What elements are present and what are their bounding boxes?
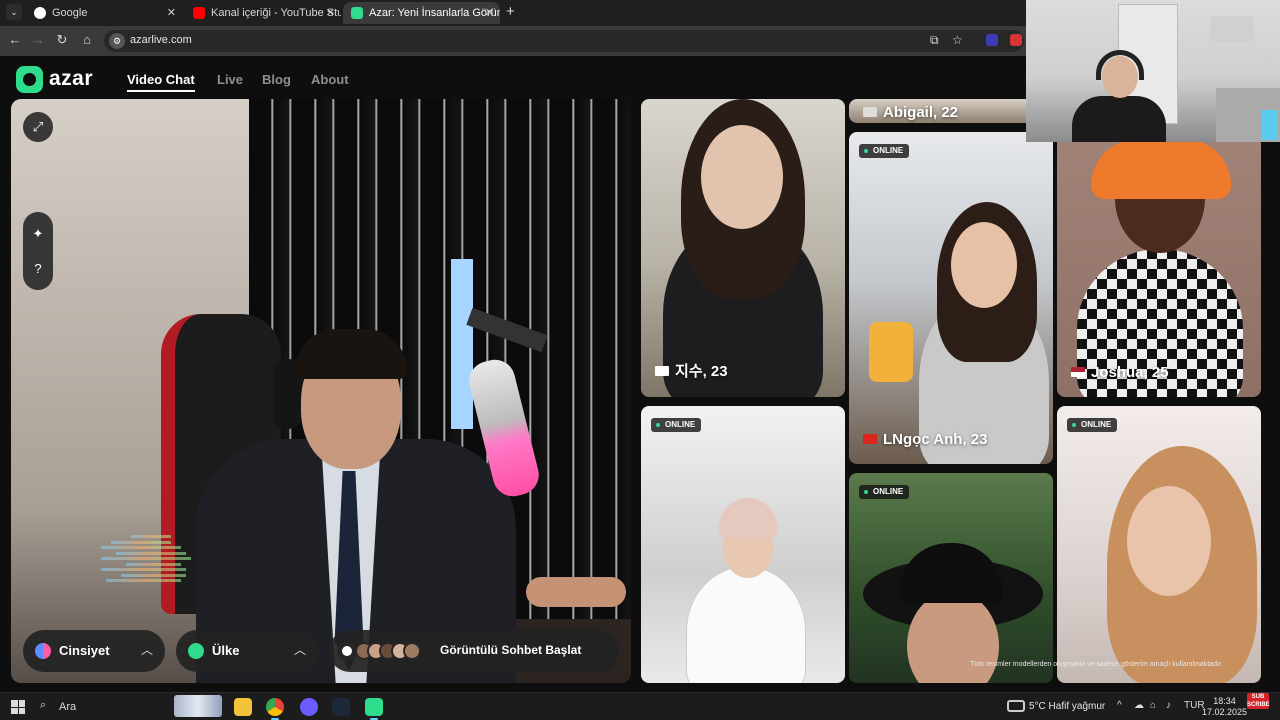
gender-icon	[35, 643, 51, 659]
profile-card-snow[interactable]: ONLINE	[641, 406, 845, 683]
back-arrow-icon[interactable]: ←	[6, 32, 24, 47]
windows-start-icon[interactable]	[11, 700, 25, 714]
person-hair	[295, 329, 407, 379]
profile-name: 지수, 23	[655, 360, 728, 381]
profile-card-ngoc-anh[interactable]: ONLINE LNgọc Anh, 23	[849, 132, 1053, 464]
fullscreen-toggle-icon[interactable]: ⤢	[23, 112, 53, 142]
chevron-up-icon[interactable]: ^	[1117, 700, 1122, 711]
profile-card-jisu[interactable]: 지수, 23	[641, 99, 845, 397]
online-badge: ONLINE	[1067, 418, 1118, 432]
youtube-icon	[193, 7, 205, 19]
country-filter-button[interactable]: Ülke ︿	[176, 630, 318, 672]
online-badge: ONLINE	[859, 485, 910, 499]
file-explorer-icon[interactable]	[234, 698, 252, 716]
profile-name: LNgọc Anh, 23	[863, 431, 987, 448]
gender-filter-label: Cinsiyet	[59, 643, 110, 658]
tab-close-icon[interactable]: ✕	[167, 2, 176, 24]
weather-icon[interactable]	[1007, 700, 1025, 712]
taskbar-clock[interactable]: 18:34 17.02.2025	[1202, 696, 1247, 718]
help-icon[interactable]: ?	[23, 254, 53, 284]
country-filter-label: Ülke	[212, 643, 240, 658]
webcam-rgb-light	[1262, 110, 1278, 140]
stream-chat-overlay	[101, 535, 201, 595]
webcam-shelf	[1210, 16, 1254, 42]
profile-card-abigail[interactable]: Abigail, 22	[849, 99, 1053, 123]
flag-vn-icon	[863, 434, 877, 444]
address-bar[interactable]: ⚙ azarlive.com ⧉ ☆	[104, 30, 1024, 52]
tab-youtube-studio[interactable]: Kanal içeriği - YouTube Studio ✕	[185, 2, 341, 24]
flag-icon	[863, 107, 877, 117]
url-text: azarlive.com	[130, 34, 192, 46]
profile-name: Joshua, 25	[1071, 364, 1169, 381]
site-info-icon[interactable]: ⚙	[109, 33, 125, 49]
volume-icon[interactable]: ♪	[1166, 700, 1171, 711]
steam-icon[interactable]	[332, 698, 350, 716]
start-chat-label: Görüntülü Sohbet Başlat	[440, 643, 582, 657]
chrome-icon[interactable]	[266, 698, 284, 720]
new-tab-button[interactable]: +	[506, 3, 515, 20]
azar-page: azar Video Chat Live Blog About ⤢ ✦ ? Ci…	[0, 56, 1280, 692]
taskbar-search[interactable]: Ara	[59, 701, 76, 713]
chevron-up-icon: ︿	[293, 643, 306, 657]
reload-icon[interactable]: ↻	[53, 32, 71, 48]
online-badge: ONLINE	[651, 418, 702, 432]
search-highlight-image[interactable]	[174, 695, 222, 717]
tab-google[interactable]: Google ✕	[26, 2, 182, 24]
nav-about[interactable]: About	[311, 72, 349, 87]
record-icon	[337, 641, 357, 661]
video-chat-panel	[11, 99, 631, 683]
discord-icon[interactable]	[300, 698, 318, 716]
flag-kr-icon	[655, 366, 669, 376]
azar-icon	[351, 7, 363, 19]
windows-taskbar: ⌕ Ara 5°C Hafif yağmur ^ ☁ ⌂ ♪ TUR 18:34…	[0, 692, 1280, 720]
nav-blog[interactable]: Blog	[262, 72, 291, 87]
profile-card-hat[interactable]: ONLINE	[849, 473, 1053, 683]
online-badge: ONLINE	[859, 144, 910, 158]
nav-live[interactable]: Live	[217, 72, 243, 87]
tab-close-icon[interactable]: ✕	[485, 2, 494, 24]
network-icon[interactable]: ⌂	[1150, 700, 1156, 711]
person-hand	[526, 577, 626, 607]
bookmark-star-icon[interactable]: ☆	[952, 33, 963, 47]
extension-icon[interactable]	[986, 34, 998, 46]
azar-logo[interactable]: azar	[16, 66, 106, 94]
tab-title: Azar: Yeni İnsanlarla Görün	[369, 7, 500, 19]
avatar-stack	[355, 642, 421, 660]
forward-arrow-icon[interactable]: →	[29, 32, 47, 47]
search-icon[interactable]: ⌕	[40, 699, 46, 712]
start-video-chat-button[interactable]: Görüntülü Sohbet Başlat	[329, 630, 619, 672]
profile-name: Abigail, 22	[863, 104, 958, 121]
chevron-up-icon: ︿	[140, 643, 153, 657]
tab-search-icon[interactable]: ⌄	[6, 4, 22, 20]
side-tools: ✦ ?	[23, 212, 53, 290]
tab-azar[interactable]: Azar: Yeni İnsanlarla Görün ✕	[343, 2, 500, 24]
tab-title: Kanal içeriği - YouTube Studio	[211, 7, 341, 19]
flag-us-icon	[1071, 367, 1085, 377]
clock-date: 17.02.2025	[1202, 707, 1248, 717]
profile-card-blonde[interactable]: ONLINE	[1057, 406, 1261, 683]
logo-text: azar	[49, 67, 94, 90]
clock-time: 18:34	[1213, 696, 1236, 706]
onedrive-icon[interactable]: ☁	[1134, 700, 1144, 711]
home-icon[interactable]: ⌂	[78, 32, 96, 47]
azar-logo-icon	[16, 66, 43, 93]
weather-text[interactable]: 5°C Hafif yağmur	[1029, 701, 1105, 712]
install-app-icon[interactable]: ⧉	[930, 33, 939, 48]
gender-filter-button[interactable]: Cinsiyet ︿	[23, 630, 165, 672]
nav-video-chat[interactable]: Video Chat	[127, 72, 195, 92]
google-icon	[34, 7, 46, 19]
sparkle-effects-icon[interactable]: ✦	[23, 219, 53, 249]
images-disclaimer: Tüm resimler modellerden oluşmakta ve sa…	[970, 661, 1223, 668]
profile-card-joshua[interactable]: Joshua, 25	[1057, 99, 1261, 397]
whatsapp-icon[interactable]	[365, 698, 383, 720]
adblock-icon[interactable]	[1010, 34, 1022, 46]
window-light	[451, 259, 473, 429]
globe-icon	[188, 643, 204, 659]
streamer-webcam	[1026, 0, 1280, 142]
tab-title: Google	[52, 7, 88, 19]
webcam-person-body	[1072, 96, 1166, 142]
subscribe-badge: SUB SCRIBE	[1247, 693, 1270, 709]
tab-close-icon[interactable]: ✕	[326, 2, 335, 24]
